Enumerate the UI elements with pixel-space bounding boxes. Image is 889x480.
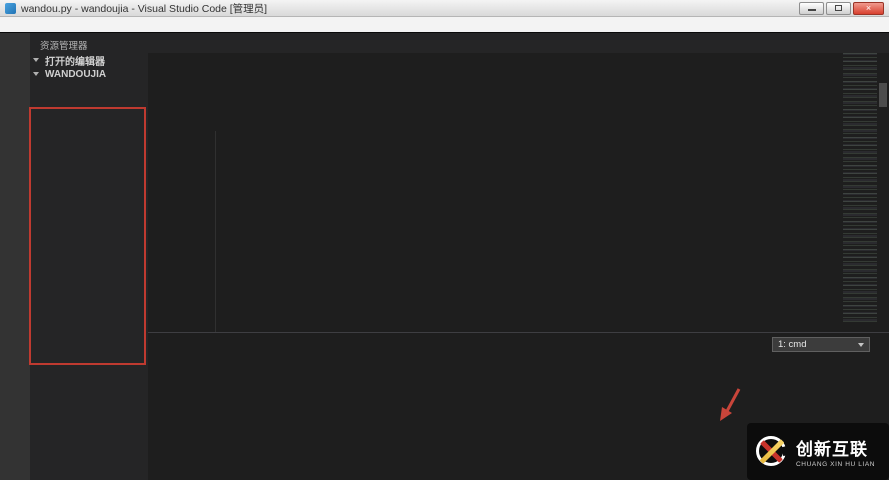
title-bar: wandou.py - wandoujia - Visual Studio Co… (0, 0, 889, 17)
maximize-icon (835, 5, 842, 11)
watermark-subtext: CHUANG XIN HU LIAN (796, 461, 876, 468)
menu-bar (0, 17, 889, 33)
minimap[interactable] (843, 53, 877, 325)
window-title: wandou.py - wandoujia - Visual Studio Co… (21, 2, 268, 15)
chevron-down-icon (33, 72, 39, 76)
minimize-button[interactable] (799, 1, 824, 15)
window-controls: × (799, 1, 889, 15)
editor-column: 1: cmd (148, 33, 889, 480)
close-button[interactable]: × (853, 1, 884, 15)
watermark-brand: 创新互联 (796, 440, 868, 459)
scrollbar-handle[interactable] (879, 83, 887, 107)
open-editors-label: 打开的编辑器 (45, 56, 105, 68)
terminal-picker-value: 1: cmd (778, 339, 807, 350)
terminal-picker[interactable]: 1: cmd (772, 337, 870, 352)
main-layout: 资源管理器 打开的编辑器 WANDOUJIA 1: cmd (0, 33, 889, 480)
editor-scrollbar[interactable] (877, 53, 889, 332)
close-icon: × (865, 2, 872, 13)
panel-actions: 1: cmd (772, 337, 883, 352)
chevron-down-icon (33, 58, 39, 62)
indent-guide (215, 131, 216, 332)
explorer-sidebar: 资源管理器 打开的编辑器 WANDOUJIA (30, 33, 148, 480)
watermark-logo-icon (754, 434, 793, 470)
project-label: WANDOUJIA (45, 68, 107, 80)
explorer-title: 资源管理器 (40, 41, 88, 52)
chevron-down-icon (858, 342, 864, 347)
open-editors-header[interactable]: 打开的编辑器 (30, 53, 148, 68)
code-editor[interactable] (148, 53, 889, 332)
editor-tab-bar (148, 33, 889, 53)
vscode-app-icon (5, 2, 16, 14)
watermark-badge: 创新互联 CHUANG XIN HU LIAN (747, 423, 889, 480)
activity-bar (0, 33, 30, 480)
vscode-window: wandou.py - wandoujia - Visual Studio Co… (0, 0, 889, 480)
project-header[interactable]: WANDOUJIA (30, 67, 148, 81)
minimize-icon (807, 9, 816, 11)
maximize-button[interactable] (826, 1, 851, 15)
